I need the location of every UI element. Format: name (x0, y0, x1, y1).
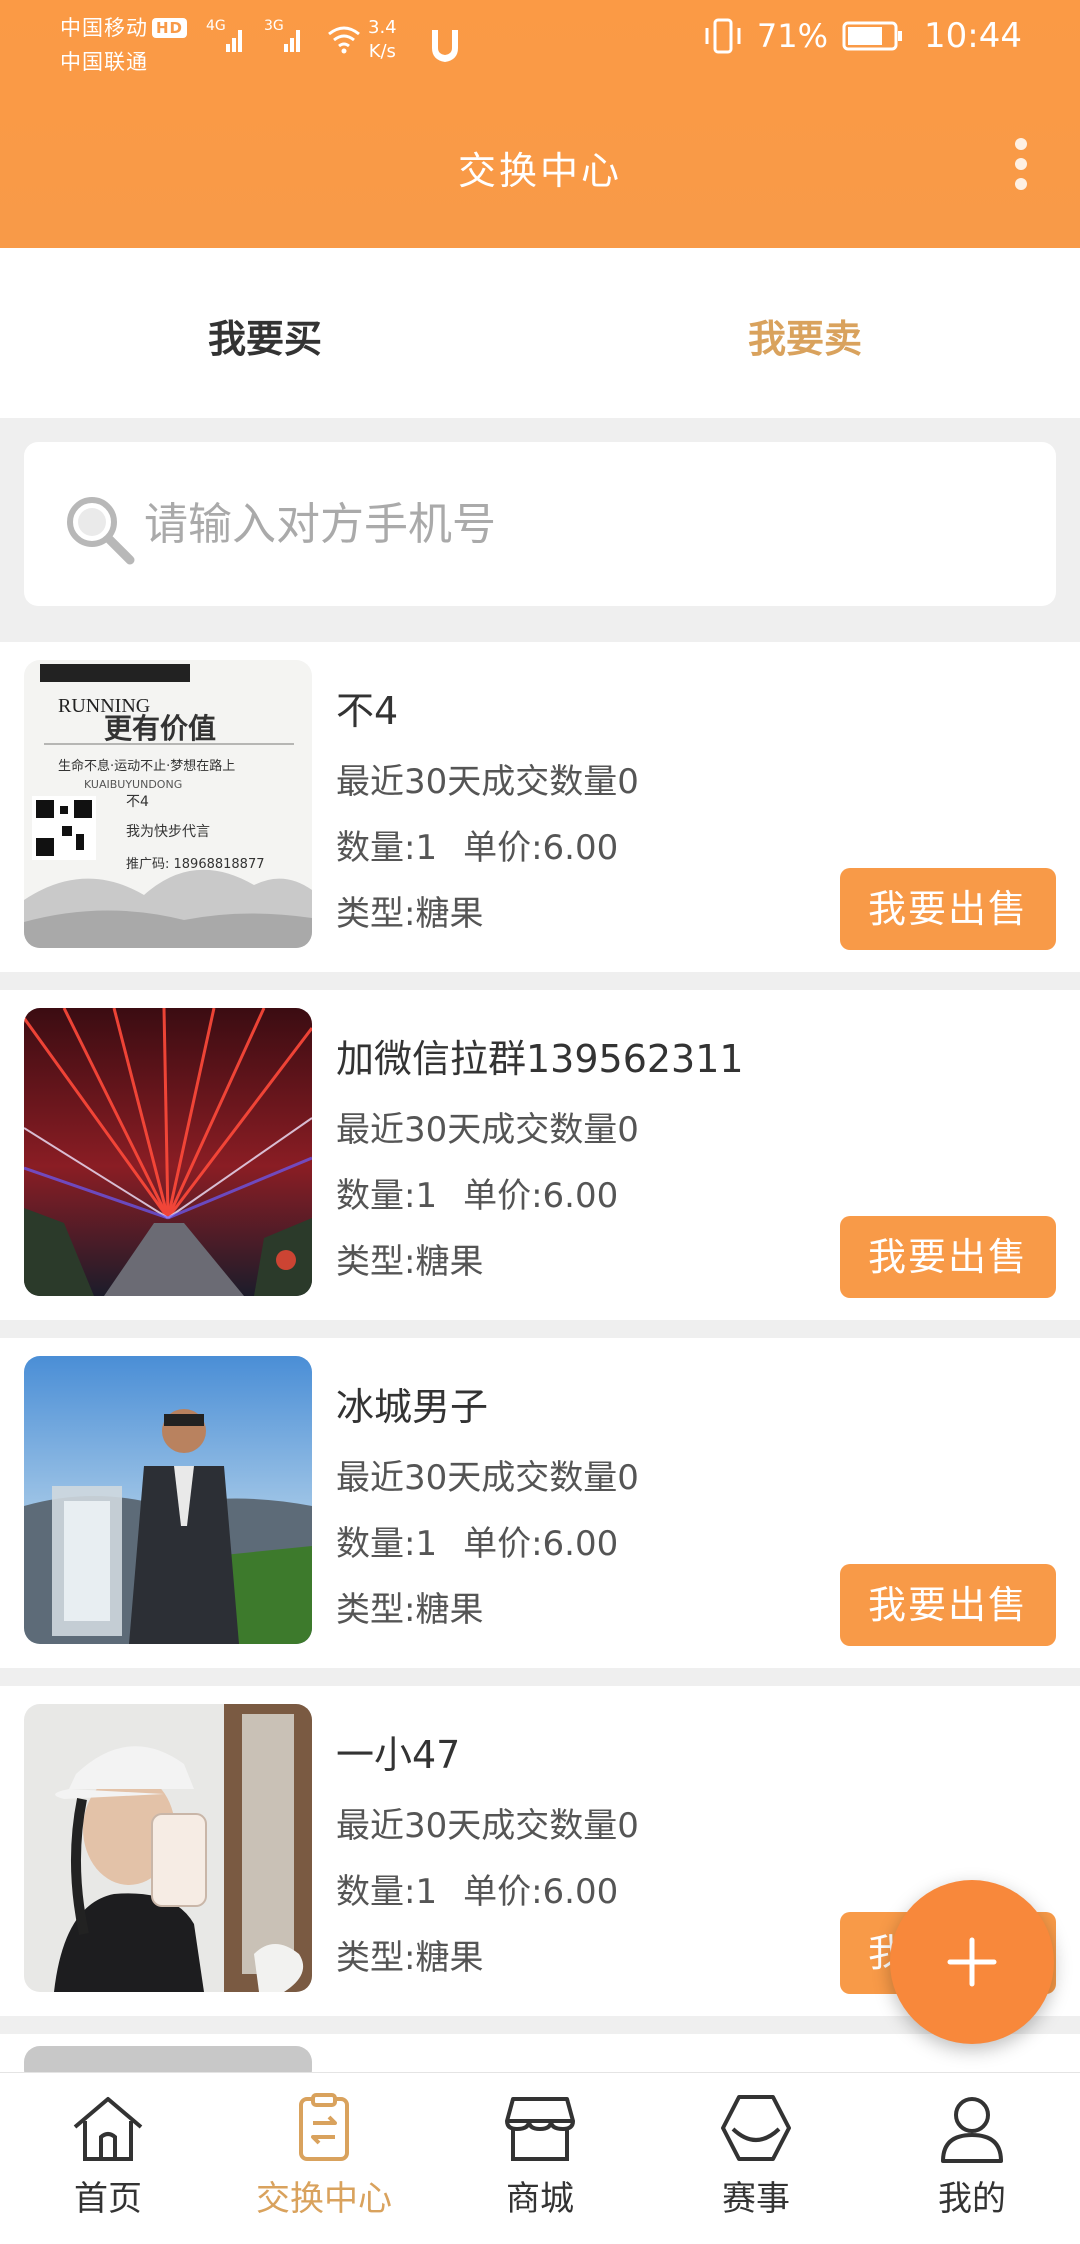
seller-name: 不4 (336, 689, 399, 733)
unit-price: 单价:6.00 (463, 1524, 619, 1564)
wifi-icon (326, 20, 362, 56)
quantity: 数量:1 (336, 1524, 438, 1564)
nav-label: 赛事 (722, 2179, 790, 2219)
status-bar-right: 71% 10:44 (703, 16, 1022, 56)
recent-volume: 最近30天成交数量0 (336, 1458, 639, 1498)
svg-text:我为快步代言: 我为快步代言 (126, 824, 210, 840)
nav-home[interactable]: 首页 (18, 2091, 198, 2220)
phone-search-input[interactable] (144, 484, 1004, 564)
seller-name: 加微信拉群139562311 (336, 1037, 744, 1081)
quantity-price: 数量:1 单价:6.00 (336, 1168, 618, 1217)
nav-label: 首页 (74, 2179, 142, 2219)
quantity: 数量:1 (336, 828, 438, 868)
nav-label: 交换中心 (256, 2179, 392, 2219)
carrier-2: 中国联通 (60, 50, 148, 74)
nav-exchange[interactable]: 交换中心 (234, 2091, 414, 2220)
svg-text:不4: 不4 (126, 794, 149, 810)
quantity: 数量:1 (336, 1176, 438, 1216)
listing-thumbnail: RUNNING 更有价值 生命不息·运动不止·梦想在路上 KUAIBUYUNDO… (24, 660, 312, 948)
tab-bar: 我要买 我要卖 (0, 248, 1080, 418)
profile-icon (941, 2097, 1003, 2163)
event-icon (721, 2095, 791, 2161)
listing-card-partial (0, 2034, 1080, 2086)
bottom-nav: 首页 交换中心 商城 赛事 我的 (0, 2072, 1080, 2244)
sell-button[interactable]: 我要出售 (840, 1564, 1056, 1646)
quantity-price: 数量:1 单价:6.00 (336, 1864, 618, 1913)
tab-sell[interactable]: 我要卖 (748, 308, 862, 363)
hd-badge: HD (152, 18, 188, 38)
search-section (0, 418, 1080, 630)
listing-thumbnail (24, 1356, 312, 1644)
search-icon (67, 497, 135, 565)
nav-label: 我的 (938, 2179, 1006, 2219)
exchange-icon (299, 2093, 349, 2161)
add-button[interactable] (890, 1880, 1054, 2044)
recent-volume: 最近30天成交数量0 (336, 1110, 639, 1150)
app-header: 中国移动 HD 中国联通 4G 3G 3.4 K/s 71% 10:44 交换中心 (0, 0, 1080, 248)
item-type: 类型:糖果 (336, 1938, 484, 1978)
svg-text:生命不息·运动不止·梦想在路上: 生命不息·运动不止·梦想在路上 (58, 758, 235, 774)
more-vertical-icon[interactable] (1014, 136, 1028, 192)
listing-thumbnail (24, 1008, 312, 1296)
battery-icon (842, 21, 903, 51)
nav-profile[interactable]: 我的 (882, 2091, 1062, 2220)
svg-text:KUAIBUYUNDONG: KUAIBUYUNDONG (84, 778, 182, 791)
sell-button[interactable]: 我要出售 (840, 1216, 1056, 1298)
listing-thumbnail (24, 1704, 312, 1992)
carrier-1: 中国移动 HD (60, 12, 188, 42)
listing-card: 加微信拉群139562311 最近30天成交数量0 数量:1 单价:6.00 类型… (0, 990, 1080, 1320)
signal-group: 4G 3G (206, 18, 362, 56)
shop-icon (505, 2097, 575, 2161)
svg-text:更有价值: 更有价值 (104, 712, 216, 745)
signal-2-icon: 3G (264, 18, 304, 56)
listing-card: RUNNING 更有价值 生命不息·运动不止·梦想在路上 KUAIBUYUNDO… (0, 642, 1080, 972)
page-title: 交换中心 (457, 149, 622, 193)
unit-price: 单价:6.00 (463, 1872, 619, 1912)
home-icon (73, 2097, 143, 2161)
net-speed: 3.4 K/s (368, 17, 397, 62)
svg-text:推广码: 18968818877: 推广码: 18968818877 (126, 857, 265, 872)
listing-card: 冰城男子 最近30天成交数量0 数量:1 单价:6.00 类型:糖果 我要出售 (0, 1338, 1080, 1668)
quantity-price: 数量:1 单价:6.00 (336, 1516, 618, 1565)
item-type: 类型:糖果 (336, 894, 484, 934)
seller-name: 冰城男子 (336, 1385, 489, 1429)
security-shield-icon (432, 30, 458, 62)
quantity: 数量:1 (336, 1872, 438, 1912)
tab-buy[interactable]: 我要买 (208, 308, 322, 363)
signal-1-icon: 4G (206, 18, 246, 56)
nav-event[interactable]: 赛事 (666, 2091, 846, 2220)
nav-label: 商城 (506, 2179, 574, 2219)
seller-name: 一小47 (336, 1733, 461, 1777)
recent-volume: 最近30天成交数量0 (336, 1806, 639, 1846)
recent-volume: 最近30天成交数量0 (336, 762, 639, 802)
unit-price: 单价:6.00 (463, 828, 619, 868)
item-type: 类型:糖果 (336, 1242, 484, 1282)
quantity-price: 数量:1 单价:6.00 (336, 820, 618, 869)
sell-button[interactable]: 我要出售 (840, 868, 1056, 950)
item-type: 类型:糖果 (336, 1590, 484, 1630)
status-bar-left: 中国移动 HD 中国联通 4G 3G 3.4 K/s (60, 12, 480, 78)
unit-price: 单价:6.00 (463, 1176, 619, 1216)
battery-percent: 71% (756, 17, 829, 55)
clock: 10:44 (924, 16, 1022, 56)
vibrate-icon (705, 18, 741, 54)
nav-shop[interactable]: 商城 (450, 2091, 630, 2220)
search-box (24, 442, 1056, 606)
plus-icon (947, 1937, 997, 1987)
